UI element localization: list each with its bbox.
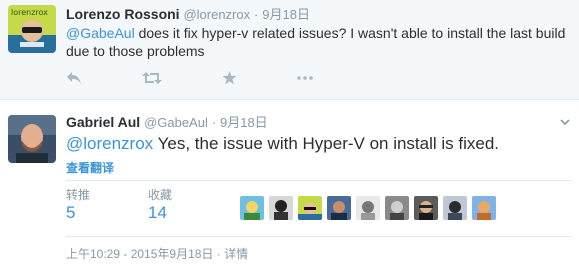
separator: · [254, 7, 259, 22]
tweet-actions [66, 70, 373, 86]
retweet-button[interactable] [142, 71, 162, 85]
translate-link[interactable]: 查看翻译 [66, 159, 114, 176]
favoriter-avatar[interactable] [385, 196, 409, 220]
favorite-icon [222, 71, 237, 85]
retweets-count: 5 [66, 203, 76, 222]
more-icon [297, 76, 313, 80]
avatar-label: lorenzrox [11, 8, 48, 17]
parent-tweet: lorenzrox Lorenzo Rossoni @lorenzrox · 9… [0, 0, 579, 100]
likes-label: 收藏 [148, 188, 173, 202]
reply-icon [67, 72, 81, 84]
favorite-button[interactable] [222, 71, 237, 85]
tweet-text: @GabeAul does it fix hyper-v related iss… [66, 24, 566, 60]
favoriter-avatar[interactable] [414, 196, 438, 220]
favoriters-avatars [240, 196, 501, 220]
favoriter-avatar[interactable] [240, 196, 264, 220]
favoriter-avatar[interactable] [356, 196, 380, 220]
tweet-text: @lorenzrox Yes, the issue with Hyper-V o… [66, 134, 566, 154]
lorenzo-avatar[interactable]: lorenzrox [8, 5, 56, 53]
favoriter-avatar[interactable] [298, 196, 322, 220]
author-name[interactable]: Lorenzo Rossoni [66, 6, 180, 22]
tweet-body: Yes, the issue with Hyper-V on install i… [153, 134, 500, 153]
parent-tweet-header: Lorenzo Rossoni @lorenzrox · 9月18日 [66, 5, 310, 24]
likes-stat[interactable]: 收藏 14 [148, 188, 172, 224]
focused-tweet-header: Gabriel Aul @GabeAul · 9月18日 [66, 113, 268, 132]
author-handle[interactable]: @GabeAul [144, 115, 208, 130]
favoriter-avatar[interactable] [472, 196, 496, 220]
favoriter-avatar[interactable] [269, 196, 293, 220]
divider [66, 236, 571, 237]
more-button[interactable] [297, 76, 313, 80]
gabriel-avatar[interactable] [8, 115, 56, 163]
retweet-icon [142, 72, 162, 84]
separator: · [211, 115, 217, 130]
retweets-stat[interactable]: 转推 5 [66, 188, 90, 224]
favoriter-avatar[interactable] [327, 196, 351, 220]
mention-link[interactable]: @GabeAul [66, 25, 135, 41]
favoriter-avatar[interactable] [443, 196, 467, 220]
caret-down-icon[interactable] [559, 116, 571, 128]
tweet-timestamp-footer[interactable]: 上午10:29 - 2015年9月18日 · 详情 [66, 245, 248, 262]
mention-link[interactable]: @lorenzrox [66, 134, 153, 153]
tweet-time[interactable]: 9月18日 [262, 7, 310, 22]
tweet-time[interactable]: 9月18日 [220, 115, 268, 130]
likes-count: 14 [148, 203, 167, 222]
tweet-body: does it fix hyper-v related issues? I wa… [66, 25, 566, 59]
reply-button[interactable] [66, 71, 82, 85]
author-name[interactable]: Gabriel Aul [66, 114, 140, 130]
retweets-label: 转推 [66, 188, 91, 202]
author-handle[interactable]: @lorenzrox [183, 7, 250, 22]
divider [66, 180, 571, 181]
